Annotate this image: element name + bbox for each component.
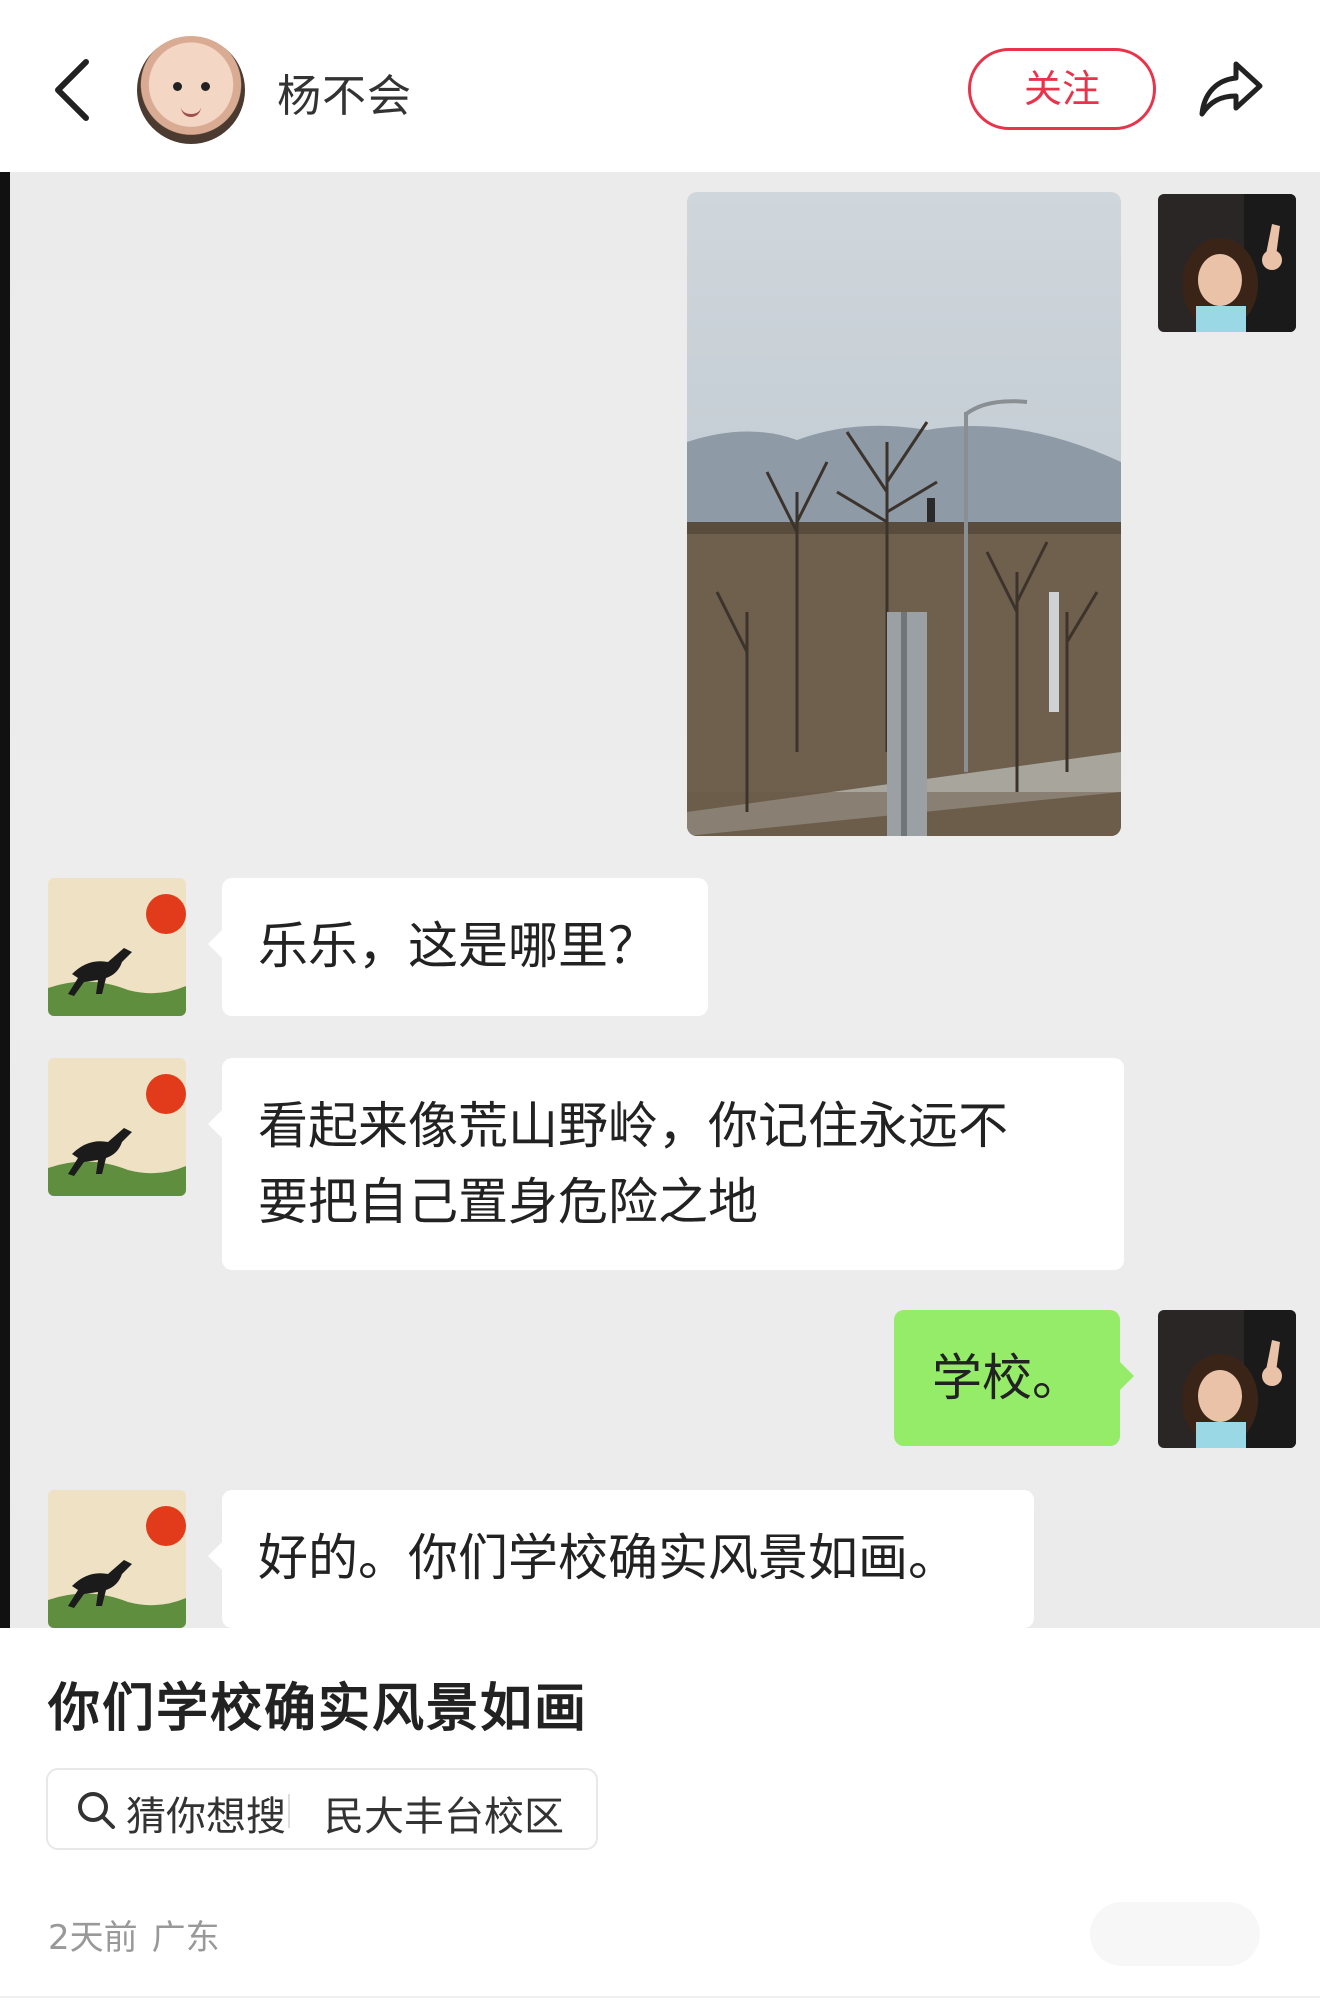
top-bar: 杨不会 关注 (0, 0, 1320, 172)
message-text-line: 看起来像荒山野岭，你记住永远不 (258, 1097, 1008, 1155)
girl-avatar-icon (1158, 1310, 1296, 1448)
chat-image-message[interactable] (687, 192, 1121, 836)
horse-painting-icon (48, 878, 186, 1016)
horse-painting-icon (48, 1058, 186, 1196)
search-term: 民大丰台校区 (324, 1794, 564, 1840)
avatar-eye-left (173, 82, 182, 91)
message-bubble-right[interactable]: 学校。 (894, 1310, 1134, 1446)
follow-button[interactable]: 关注 (968, 48, 1156, 130)
share-arrow-icon[interactable] (1196, 52, 1268, 124)
search-icon (78, 1792, 115, 1829)
avatar-horse (48, 1058, 186, 1196)
landscape-photo (687, 192, 1121, 836)
username[interactable]: 杨不会 (277, 60, 412, 124)
chevron-left-icon[interactable] (50, 58, 94, 122)
avatar-eye-right (201, 82, 210, 91)
avatar-mouth (181, 106, 201, 117)
horse-painting-icon (48, 1490, 186, 1628)
user-avatar[interactable] (137, 36, 245, 144)
message-text-line: 要把自己置身危险之地 (258, 1173, 758, 1231)
avatar-girl (1158, 194, 1296, 332)
girl-avatar-icon (1158, 194, 1296, 332)
post-meta: 2天前 广东 (48, 1910, 234, 1959)
message-text: 学校。 (932, 1349, 1082, 1407)
search-prefix-label: 猜你想搜 (126, 1794, 286, 1840)
faded-control (1090, 1902, 1260, 1966)
post-time: 2天前 (48, 1918, 138, 1958)
message-bubble-left[interactable]: 乐乐，这是哪里？ (208, 878, 708, 1016)
chat-screenshot: 乐乐，这是哪里？ 看起来像荒山野岭，你记住永远不 要把自己置身危险之地 学校。 (0, 172, 1320, 1628)
message-text: 乐乐，这是哪里？ (258, 917, 658, 975)
suggested-search[interactable]: 猜你想搜 民大丰台校区 (46, 1768, 598, 1850)
screenshot-edge (0, 172, 10, 1628)
divider (288, 1794, 290, 1828)
post-title: 你们学校确实风景如画 (48, 1679, 589, 1739)
message-bubble-left[interactable]: 好的。你们学校确实风景如画。 (208, 1490, 1034, 1628)
post-location: 广东 (151, 1918, 220, 1958)
message-bubble-left[interactable]: 看起来像荒山野岭，你记住永远不 要把自己置身危险之地 (208, 1058, 1124, 1270)
message-text: 好的。你们学校确实风景如画。 (258, 1529, 958, 1587)
avatar-girl (1158, 1310, 1296, 1448)
avatar-horse (48, 878, 186, 1016)
divider (0, 1996, 1320, 1998)
avatar-horse (48, 1490, 186, 1628)
